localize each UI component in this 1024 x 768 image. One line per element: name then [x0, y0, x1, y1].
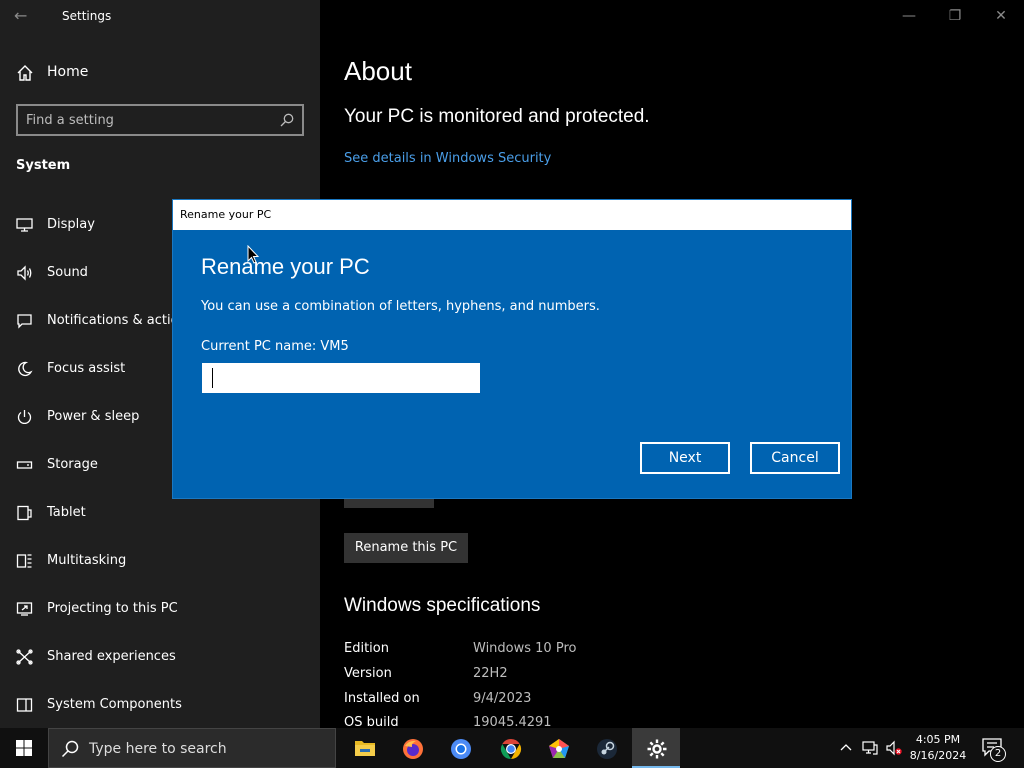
- spec-key: OS build: [344, 715, 399, 728]
- protection-status: Your PC is monitored and protected.: [344, 106, 650, 127]
- sidebar-item-system-components[interactable]: System Components: [0, 687, 320, 723]
- notification-count-badge: 2: [990, 746, 1006, 762]
- notifications-icon: [17, 314, 32, 329]
- chrome-icon: [500, 738, 522, 760]
- spec-key: Edition: [344, 641, 389, 656]
- sidebar-item-label: Display: [47, 217, 95, 232]
- current-pc-name: Current PC name: VM5: [201, 339, 349, 354]
- text-caret: [212, 368, 213, 388]
- sidebar-item-label: System Components: [47, 697, 182, 712]
- spec-row: Installed on 9/4/2023: [344, 691, 944, 711]
- volume-muted-icon[interactable]: [886, 740, 902, 756]
- search-input[interactable]: [26, 111, 266, 129]
- app-icon: [549, 739, 569, 758]
- display-icon: [16, 218, 33, 232]
- chromium-icon: [451, 739, 471, 759]
- section-title: System: [16, 158, 71, 173]
- windows-logo-icon: [16, 740, 32, 756]
- restore-button[interactable]: ❐: [932, 0, 978, 32]
- sidebar-item-home[interactable]: Home: [0, 58, 320, 88]
- find-setting-search[interactable]: [16, 104, 304, 136]
- spec-value: Windows 10 Pro: [473, 641, 577, 656]
- taskbar-app-chrome[interactable]: [486, 728, 534, 768]
- close-button[interactable]: ✕: [978, 0, 1024, 32]
- windows-specifications-heading: Windows specifications: [344, 595, 541, 616]
- title-bar: ← Settings: [0, 0, 320, 32]
- focus-assist-icon: [18, 361, 33, 377]
- spec-row: Edition Windows 10 Pro: [344, 641, 944, 661]
- spec-value: 19045.4291: [473, 715, 552, 728]
- sidebar-item-label: Multitasking: [47, 553, 127, 568]
- sidebar-item-label: Focus assist: [47, 361, 126, 376]
- sidebar-item-multitasking[interactable]: Multitasking: [0, 543, 320, 579]
- search-icon: [61, 740, 79, 758]
- sidebar-item-label: Storage: [47, 457, 98, 472]
- back-button[interactable]: ←: [14, 6, 34, 26]
- network-icon[interactable]: [862, 740, 878, 756]
- rename-pc-button[interactable]: Rename this PC: [344, 533, 468, 563]
- taskbar-clock[interactable]: 4:05 PM 8/16/2024: [906, 732, 970, 764]
- page-title: About: [344, 56, 412, 86]
- sidebar-item-label: Tablet: [47, 505, 86, 520]
- taskbar: Type here to search 4:05 PM 8/16/2024 2: [0, 728, 1024, 768]
- settings-icon: [647, 739, 667, 759]
- home-icon: [17, 65, 33, 81]
- sidebar-item-label: Home: [47, 64, 89, 80]
- taskbar-search-placeholder: Type here to search: [89, 741, 227, 757]
- dialog-heading: Rename your PC: [201, 254, 370, 279]
- multitasking-icon: [16, 554, 32, 568]
- sidebar-item-tablet[interactable]: Tablet: [0, 495, 320, 531]
- sidebar-item-shared-experiences[interactable]: Shared experiences: [0, 639, 320, 675]
- clock-time: 4:05 PM: [915, 733, 961, 746]
- taskbar-app-file-explorer[interactable]: [340, 728, 388, 768]
- spec-row: OS build 19045.4291: [344, 715, 944, 728]
- dialog-window-title: Rename your PC: [180, 208, 272, 221]
- taskbar-app-pentagon[interactable]: [534, 728, 582, 768]
- app-title: Settings: [62, 9, 112, 23]
- sound-icon: [17, 265, 32, 281]
- sidebar-item-projecting[interactable]: Projecting to this PC: [0, 591, 320, 627]
- file-explorer-icon: [355, 741, 375, 756]
- taskbar-app-steam[interactable]: [582, 728, 630, 768]
- windows-security-link[interactable]: See details in Windows Security: [344, 151, 551, 166]
- spec-key: Version: [344, 666, 392, 681]
- sidebar-item-label: Projecting to this PC: [47, 601, 178, 616]
- start-button[interactable]: [0, 728, 48, 768]
- spec-value: 22H2: [473, 666, 508, 681]
- sidebar-item-label: Sound: [47, 265, 88, 280]
- taskbar-search[interactable]: Type here to search: [48, 728, 336, 768]
- minimize-button[interactable]: —: [886, 0, 932, 32]
- mouse-cursor-icon: [247, 245, 259, 264]
- sidebar-item-label: Shared experiences: [47, 649, 176, 664]
- next-button[interactable]: Next: [640, 442, 730, 474]
- dialog-title-bar[interactable]: Rename your PC: [173, 200, 851, 230]
- power-icon: [17, 410, 32, 424]
- taskbar-app-firefox[interactable]: [388, 728, 436, 768]
- steam-icon: [597, 739, 617, 759]
- taskbar-app-chromium[interactable]: [436, 728, 484, 768]
- shared-experiences-icon: [16, 649, 33, 665]
- storage-icon: [16, 461, 33, 469]
- dialog-description: You can use a combination of letters, hy…: [201, 299, 600, 314]
- rename-pc-dialog: Rename your PC Rename your PC You can us…: [172, 199, 852, 499]
- taskbar-app-settings[interactable]: [632, 728, 680, 768]
- system-components-icon: [16, 698, 33, 712]
- chevron-up-icon[interactable]: [838, 740, 854, 756]
- spec-row: Version 22H2: [344, 666, 944, 686]
- clock-date: 8/16/2024: [909, 749, 967, 762]
- new-pc-name-input[interactable]: [202, 363, 480, 393]
- search-icon[interactable]: [280, 113, 294, 127]
- firefox-icon: [403, 739, 423, 759]
- projecting-icon: [16, 602, 33, 616]
- spec-key: Installed on: [344, 691, 420, 706]
- tablet-icon: [17, 505, 32, 521]
- spec-value: 9/4/2023: [473, 691, 532, 706]
- cancel-button[interactable]: Cancel: [750, 442, 840, 474]
- sidebar-item-label: Power & sleep: [47, 409, 140, 424]
